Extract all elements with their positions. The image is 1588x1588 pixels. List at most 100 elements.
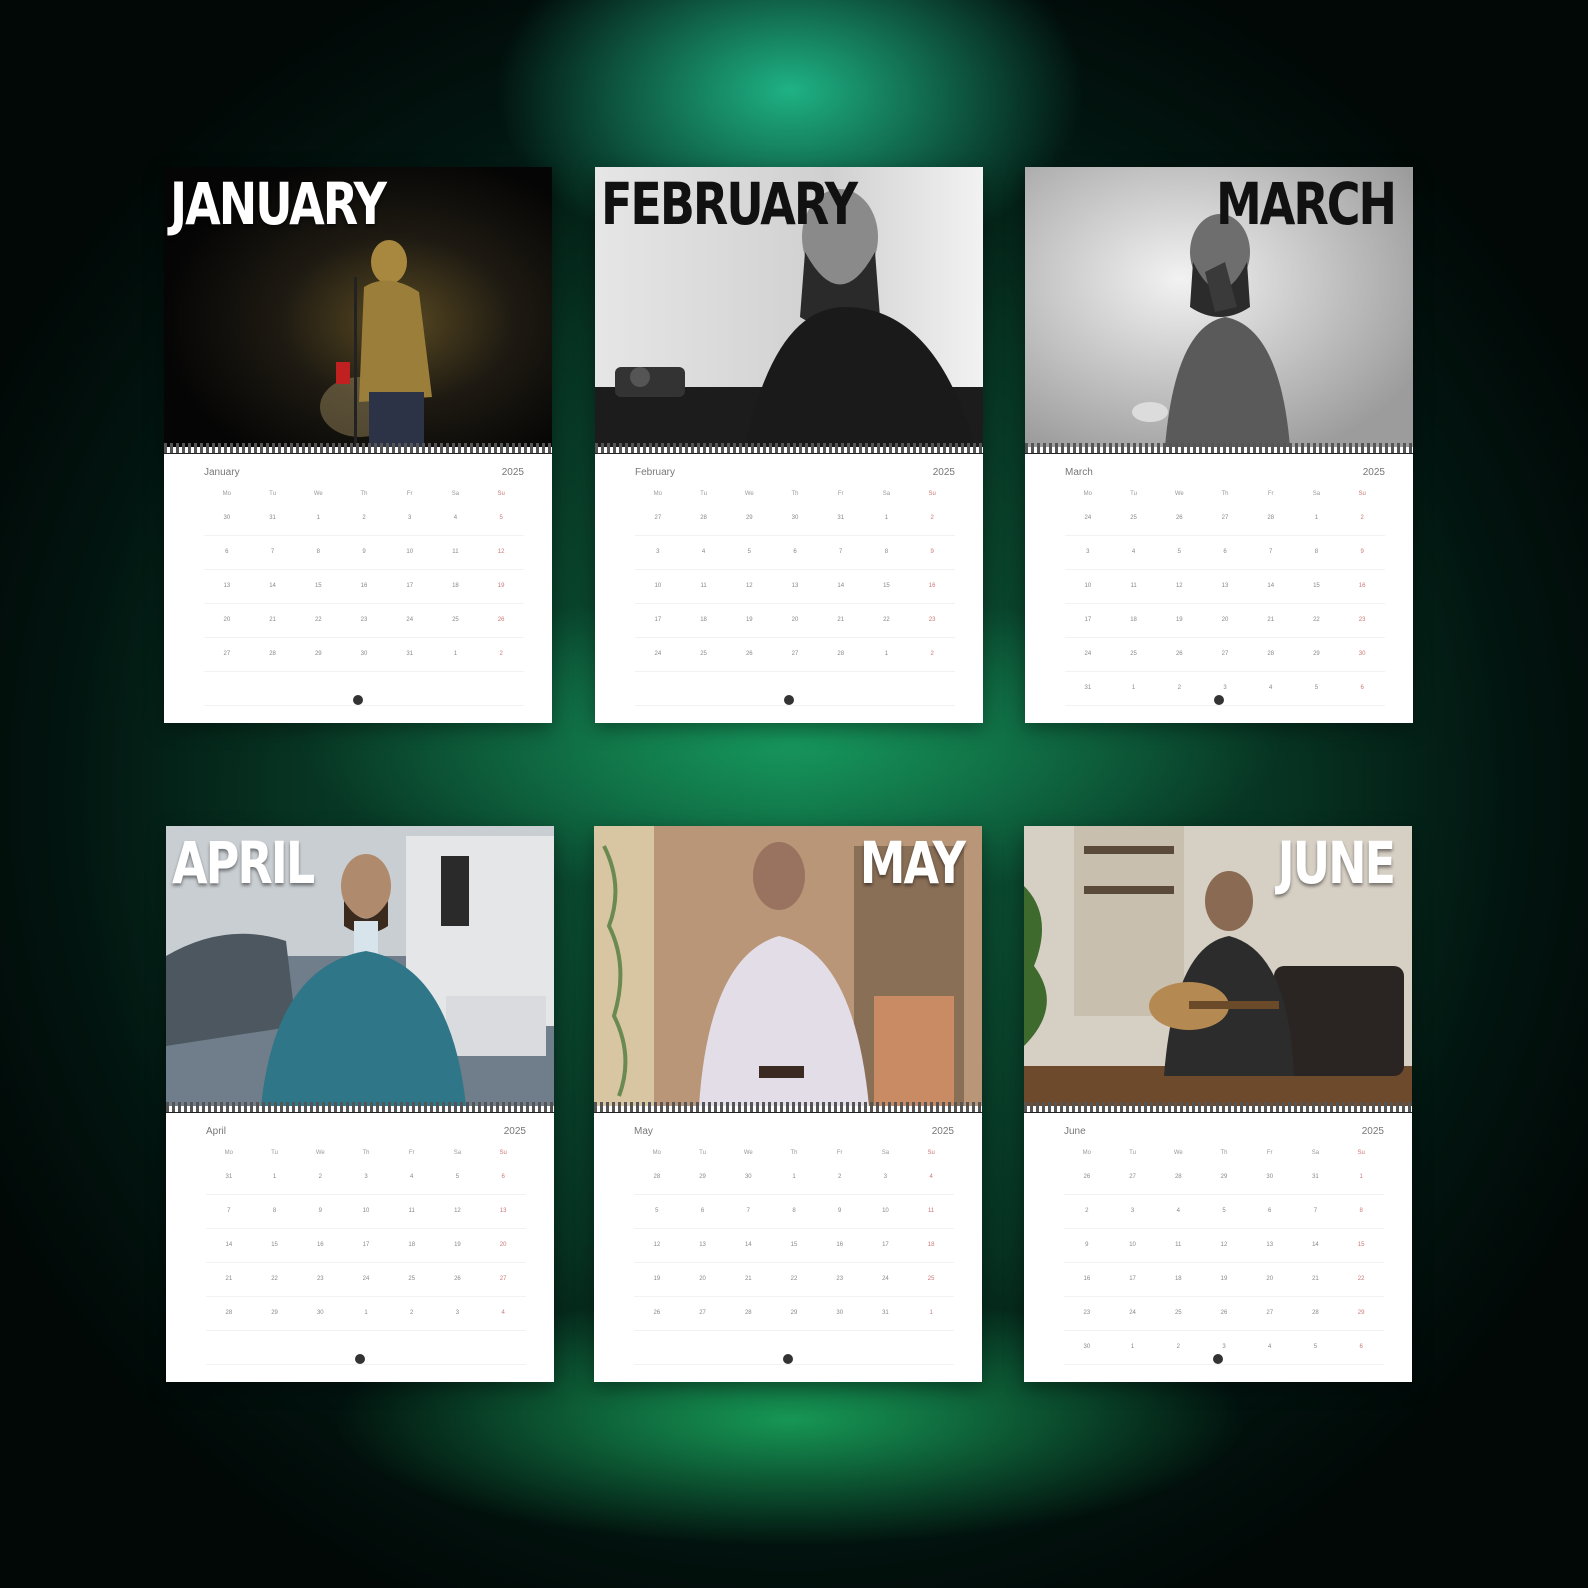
day-cell: 15 [271, 1242, 278, 1248]
day-cell: 31 [269, 515, 276, 521]
month-grid: March 2025 Mo Tu We Th Fr Sa Su 24 25 26 27 28 1 2 3 4… [1065, 467, 1385, 706]
day-cell: 17 [1129, 1276, 1136, 1282]
day-cell: 20 [699, 1276, 706, 1282]
day-cell: 18 [1174, 1276, 1182, 1282]
week-row: 13 14 15 16 17 18 19 [204, 570, 524, 604]
year-label: 2025 [932, 467, 955, 478]
day-cell: 26 [1175, 651, 1183, 657]
day-cell: 13 [499, 1208, 507, 1214]
day-cell [909, 672, 955, 705]
day-cell [864, 672, 910, 705]
week-row: 31 1 2 3 4 5 6 [1065, 672, 1385, 706]
week-row: 10 11 12 13 14 15 16 [635, 570, 955, 604]
day-cell: 28 [653, 1174, 661, 1180]
weekday-row: Mo Tu We Th Fr Sa Su [1082, 1150, 1365, 1156]
day-cell: 25 [452, 617, 459, 623]
day-cell: 17 [406, 583, 414, 589]
day-cell: 19 [653, 1276, 661, 1282]
day-cell: 5 [655, 1208, 659, 1214]
day-cell: 8 [1359, 1208, 1363, 1214]
week-row: 2 3 4 5 6 7 8 [1064, 1195, 1384, 1229]
day-cell: 1 [453, 651, 458, 657]
day-cell: 31 [1084, 685, 1092, 691]
day-cell: 29 [790, 1310, 798, 1316]
day-cell: 17 [654, 617, 662, 623]
day-cell: 1 [884, 515, 889, 521]
day-cell: 7 [1313, 1208, 1318, 1214]
week-row: 16 17 18 19 20 21 22 [1064, 1263, 1384, 1297]
week-row: 27 28 29 30 31 1 2 [635, 502, 955, 536]
month-label: June [1064, 1126, 1086, 1137]
day-cell: 5 [1314, 685, 1319, 691]
calendar-page-february: FEBRUARY February 2025 Mo Tu We Th Fr Sa Su 27… [595, 167, 983, 723]
calendar-page-march: MARCH March 2025 Mo Tu We Th Fr Sa Su 24 25 26 27… [1025, 167, 1413, 723]
day-cell [206, 1331, 252, 1364]
day-cell: 2 [1176, 1344, 1180, 1350]
day-cell: 1 [1131, 685, 1136, 691]
week-row: 19 20 21 22 23 24 25 [634, 1263, 954, 1297]
day-cell: 18 [408, 1242, 416, 1248]
day-cell: 30 [836, 1310, 844, 1316]
day-cell [772, 672, 818, 705]
day-cell: 29 [1220, 1174, 1228, 1180]
week-row: 10 11 12 13 14 15 16 [1065, 570, 1385, 604]
day-cell: 30 [791, 515, 799, 521]
day-cell: 11 [700, 583, 707, 589]
week-row: 7 8 9 10 11 12 13 [206, 1195, 526, 1229]
day-cell: 4 [701, 549, 706, 555]
hanging-hole [1213, 1354, 1223, 1364]
day-cell: 17 [362, 1242, 370, 1248]
day-cell [726, 672, 772, 705]
day-cell: 11 [1130, 583, 1137, 589]
day-cell [389, 1331, 435, 1364]
day-cell: 3 [883, 1174, 888, 1180]
day-cell: 12 [745, 583, 753, 589]
day-cell: 13 [791, 583, 799, 589]
day-cell: 26 [1175, 515, 1183, 521]
day-cell: 23 [316, 1276, 324, 1282]
day-cell: 30 [1358, 651, 1366, 657]
week-row: 24 25 26 27 28 1 2 [1065, 502, 1385, 536]
day-cell: 31 [882, 1310, 889, 1316]
week-row: 28 29 30 1 2 3 4 [634, 1161, 954, 1195]
weekday-row: Mo Tu We Th Fr Sa Su [1083, 491, 1366, 497]
day-cell: 12 [454, 1208, 461, 1214]
day-cell: 31 [406, 651, 414, 657]
day-cell: 28 [700, 515, 707, 521]
day-cell [250, 672, 296, 705]
day-cell: 26 [653, 1310, 661, 1316]
month-title: JUNE [1277, 829, 1396, 897]
day-cell: 6 [700, 1208, 705, 1214]
day-cell: 29 [699, 1174, 706, 1180]
day-cell [295, 672, 341, 705]
spiral-binding [1025, 443, 1413, 454]
day-cell: 12 [653, 1242, 661, 1248]
day-cell: 21 [1267, 617, 1275, 623]
day-cell: 2 [362, 515, 366, 521]
day-cell: 13 [699, 1242, 706, 1248]
month-label: February [635, 467, 676, 478]
day-cell: 27 [699, 1310, 706, 1316]
day-cell [252, 1331, 298, 1364]
year-label: 2025 [1361, 1126, 1384, 1137]
day-cell: 26 [454, 1276, 461, 1282]
day-cell: 21 [269, 617, 276, 623]
week-rows: 26 27 28 29 30 31 1 2 3 4 5 6 7 8 9 10 11 12 13 14 15 16 17 18 1… [1064, 1161, 1384, 1365]
day-cell [204, 672, 250, 705]
day-cell: 3 [1222, 1344, 1226, 1350]
day-cell: 6 [225, 549, 229, 555]
day-cell: 15 [883, 583, 890, 589]
day-cell: 3 [408, 515, 412, 521]
weekday-row: Mo Tu We Th Fr Sa Su [652, 1150, 935, 1156]
day-cell: 12 [1175, 583, 1183, 589]
day-cell: 28 [225, 1310, 233, 1316]
day-cell: 30 [1083, 1344, 1091, 1350]
day-cell: 28 [837, 651, 845, 657]
day-cell: 4 [410, 1174, 414, 1180]
day-cell: 1 [884, 651, 889, 657]
hanging-hole [784, 695, 794, 705]
day-cell: 4 [1176, 1208, 1180, 1214]
day-cell: 21 [1312, 1276, 1319, 1282]
week-row: 21 22 23 24 25 26 27 [206, 1263, 526, 1297]
week-rows: 30 31 1 2 3 4 5 6 7 8 9 10 11 12 13 14 15 16 17 18 19 20 21 22 2… [204, 502, 524, 706]
